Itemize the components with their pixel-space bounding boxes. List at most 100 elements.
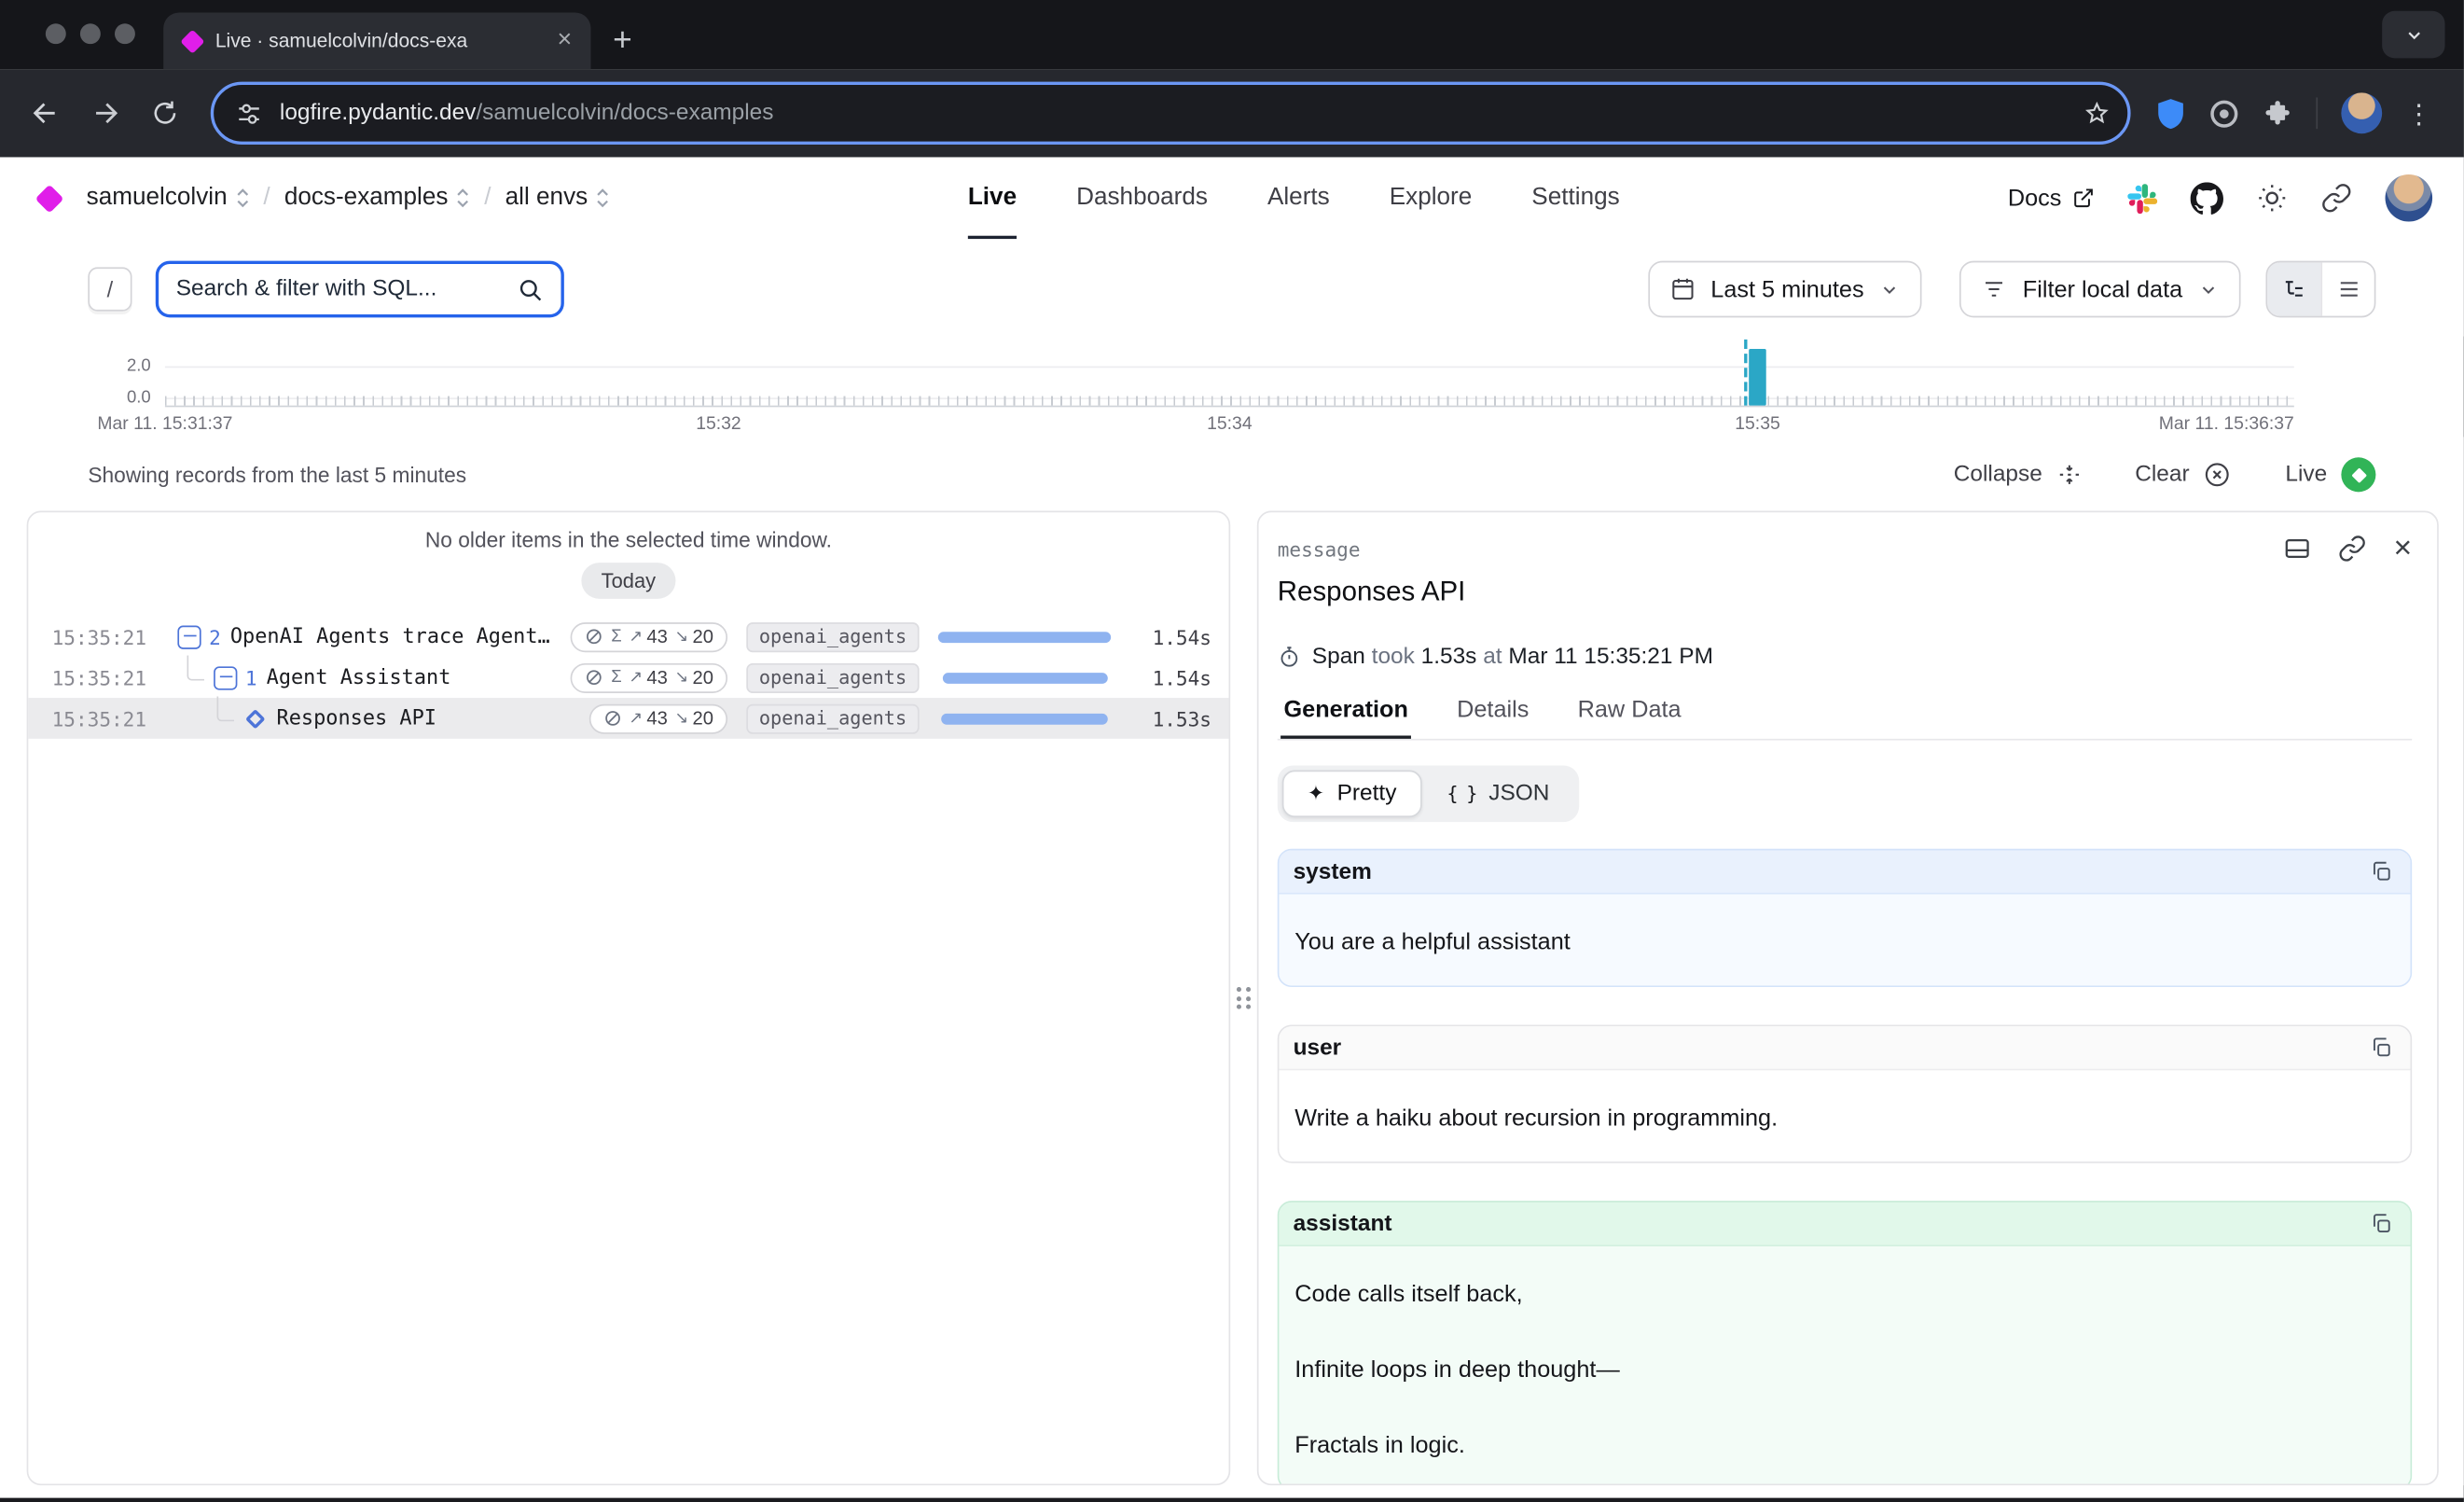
tab-generation[interactable]: Generation	[1280, 696, 1411, 738]
drag-handle-icon	[1237, 987, 1250, 1009]
window-zoom-button[interactable]	[115, 23, 135, 44]
tab-search-button[interactable]	[2382, 11, 2444, 59]
trace-row[interactable]: 15:35:212OpenAI Agents trace Agent…Σ↗43↘…	[28, 616, 1228, 657]
filter-icon	[1982, 277, 2007, 302]
flat-list-view-button[interactable]	[2320, 262, 2374, 315]
filter-bar: / Last 5 minutes Filter local data	[0, 239, 2464, 336]
breadcrumb-item-docs-examples[interactable]: docs-examples	[284, 184, 470, 212]
span-duration-info: Span took 1.53s at Mar 11 15:35:21 PM	[1278, 645, 2412, 670]
timeline-event-bar[interactable]	[1749, 349, 1766, 406]
close-panel-icon[interactable]: ×	[2393, 533, 2412, 564]
github-icon[interactable]	[2191, 182, 2223, 215]
message-content: Write a haiku about recursion in program…	[1279, 1070, 2410, 1161]
live-toggle[interactable]: Live	[2285, 457, 2375, 492]
status-actions: Collapse Clear Live	[1954, 457, 2376, 492]
day-separ­ator-chip: Today	[581, 563, 676, 599]
forward-arrow-icon	[90, 97, 121, 129]
circle-extension-icon[interactable]	[2209, 98, 2239, 128]
new-tab-button[interactable]: +	[613, 23, 632, 56]
search-input[interactable]	[176, 277, 518, 302]
window-minimize-button[interactable]	[80, 23, 101, 44]
trace-row[interactable]: 15:35:211Agent AssistantΣ↗43↘20openai_ag…	[28, 657, 1228, 698]
copy-link-icon[interactable]	[2339, 535, 2367, 563]
y-axis-label: 2.0	[127, 358, 151, 376]
nav-settings[interactable]: Settings	[1531, 157, 1619, 239]
time-range-label: Last 5 minutes	[1710, 276, 1863, 303]
docs-label: Docs	[2008, 185, 2062, 212]
slack-icon[interactable]	[2127, 183, 2157, 213]
address-bar[interactable]: logfire.pydantic.dev/samuelcolvin/docs-e…	[211, 82, 2131, 145]
nav-live[interactable]: Live	[968, 157, 1017, 239]
sigma-icon: Σ	[611, 668, 621, 687]
up-arrow-icon: ↗	[629, 709, 643, 728]
down-arrow-icon: ↘	[674, 627, 688, 646]
docs-link[interactable]: Docs	[2008, 185, 2095, 212]
time-range-select[interactable]: Last 5 minutes	[1648, 261, 1922, 318]
tab-close-icon[interactable]: ×	[551, 25, 578, 57]
local-filter-select[interactable]: Filter local data	[1959, 261, 2240, 318]
scope-tag: openai_agents	[746, 703, 919, 733]
nav-dashboards[interactable]: Dashboards	[1076, 157, 1208, 239]
nav-alerts[interactable]: Alerts	[1267, 157, 1330, 239]
up-arrow-icon: ↗	[629, 627, 643, 646]
reload-button[interactable]	[135, 85, 195, 142]
app-header: samuelcolvin/docs-examples/all envs Live…	[0, 157, 2464, 239]
tree-view-button[interactable]	[2267, 262, 2320, 315]
clear-button[interactable]: Clear	[2135, 461, 2232, 489]
sort-chevrons-icon	[235, 187, 249, 209]
browser-toolbar: logfire.pydantic.dev/samuelcolvin/docs-e…	[0, 69, 2464, 157]
activity-timeline[interactable]: 2.0 0.0 Mar 11. 15:31:3715:3215:3415:35M…	[165, 340, 2294, 437]
breadcrumb-separator: /	[484, 184, 491, 212]
message-card-user: userWrite a haiku about recursion in pro…	[1278, 1024, 2412, 1162]
breadcrumb-item-samuelcolvin[interactable]: samuelcolvin	[87, 184, 250, 212]
copy-button[interactable]	[2366, 1209, 2396, 1239]
view-mode-json[interactable]: { }JSON	[1421, 771, 1574, 818]
collapse-toggle-icon[interactable]	[177, 625, 201, 648]
collapse-toggle-icon[interactable]	[214, 666, 237, 689]
browser-tab[interactable]: Live · samuelcolvin/docs-exa ×	[163, 12, 590, 69]
forward-button[interactable]	[76, 85, 135, 142]
trace-row[interactable]: 15:35:21Responses API↗43↘20openai_agents…	[28, 698, 1228, 739]
row-timestamp: 15:35:21	[52, 706, 178, 730]
sql-search-box[interactable]	[156, 261, 564, 318]
window-close-button[interactable]	[46, 23, 66, 44]
message-content: You are a helpful assistant	[1279, 895, 2410, 986]
view-mode-pretty[interactable]: ✦Pretty	[1282, 771, 1422, 818]
nav-explore[interactable]: Explore	[1390, 157, 1473, 239]
child-count: 2	[209, 625, 221, 648]
main-nav: Live Dashboards Alerts Explore Settings	[968, 157, 1620, 239]
copy-icon	[2370, 1036, 2393, 1059]
browser-profile-avatar[interactable]	[2341, 92, 2382, 133]
x-tick-label: 15:34	[1207, 415, 1252, 434]
logfire-logo[interactable]	[35, 184, 64, 213]
breadcrumb-label: samuelcolvin	[87, 184, 228, 212]
detail-header: message × Responses API Span took 1.53s …	[1259, 512, 2438, 740]
copy-button[interactable]	[2366, 1033, 2396, 1063]
theme-sun-icon[interactable]	[2256, 182, 2288, 214]
breadcrumb-item-all-envs[interactable]: all envs	[505, 184, 610, 212]
duration-bar	[938, 631, 1111, 642]
duration-label: 1.54s	[1129, 625, 1211, 648]
output-token-count: 20	[693, 626, 714, 648]
duration-bar-track	[938, 631, 1111, 642]
share-link-icon[interactable]	[2320, 182, 2352, 214]
tab-details[interactable]: Details	[1454, 696, 1532, 738]
span-detail-panel: message × Responses API Span took 1.53s …	[1257, 511, 2439, 1486]
dock-panel-icon[interactable]	[2284, 535, 2312, 563]
span-info-text: Span took 1.53s at Mar 11 15:35:21 PM	[1312, 645, 1713, 670]
bookmark-star-icon[interactable]	[2082, 98, 2111, 128]
user-avatar[interactable]	[2386, 174, 2433, 222]
duration-bar-track	[938, 672, 1111, 683]
puzzle-extensions-icon[interactable]	[2263, 98, 2292, 128]
browser-menu-icon[interactable]: ⋮	[2405, 100, 2432, 127]
collapse-button[interactable]: Collapse	[1954, 462, 2082, 487]
collapse-label: Collapse	[1954, 462, 2042, 487]
clear-label: Clear	[2135, 462, 2189, 487]
copy-button[interactable]	[2366, 856, 2396, 886]
calendar-icon	[1669, 277, 1695, 302]
tab-raw-data[interactable]: Raw Data	[1574, 696, 1684, 738]
panel-splitter[interactable]	[1230, 511, 1257, 1486]
row-timestamp: 15:35:21	[52, 625, 178, 648]
shield-extension-icon[interactable]	[2156, 97, 2186, 130]
back-button[interactable]	[16, 85, 76, 142]
